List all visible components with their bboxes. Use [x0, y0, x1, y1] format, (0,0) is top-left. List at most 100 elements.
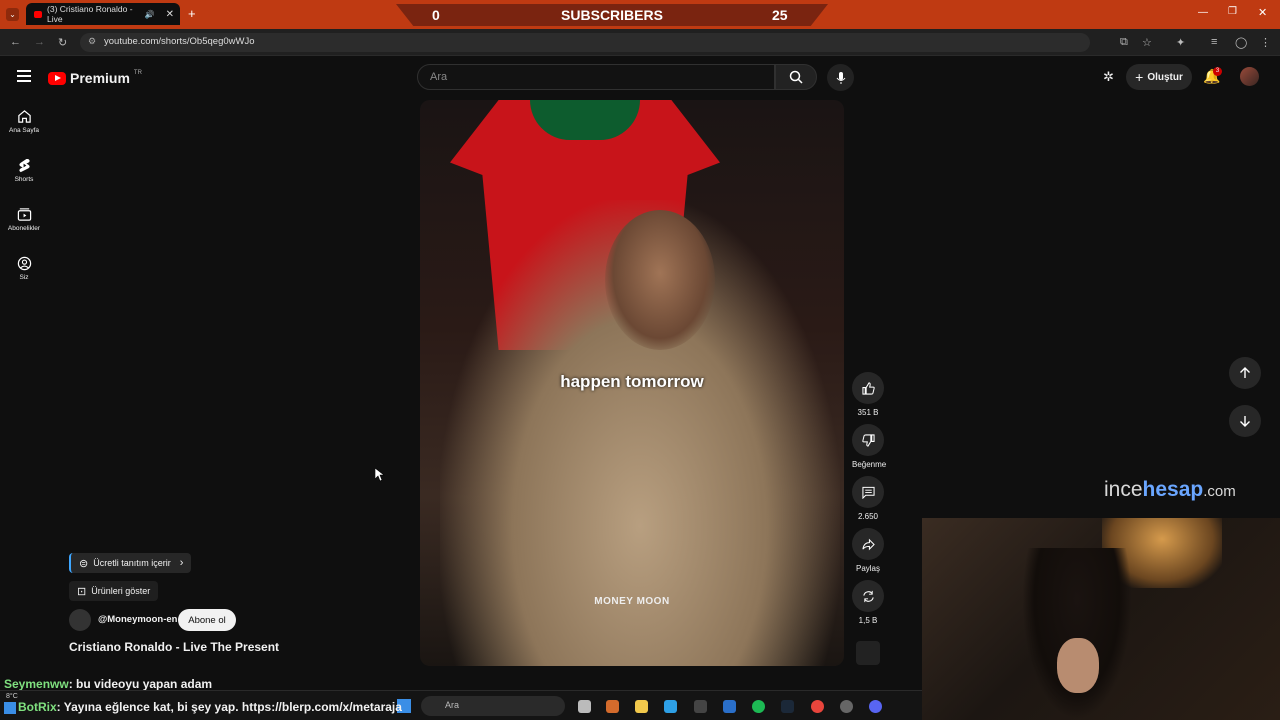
sub-count-right: 25	[772, 7, 788, 23]
home-icon	[17, 110, 31, 123]
like-button[interactable]: 351 B	[852, 372, 884, 417]
extensions-icon[interactable]: ✦	[1176, 36, 1185, 49]
chrome-icon[interactable]	[811, 700, 824, 713]
new-tab-button[interactable]: +	[188, 6, 196, 21]
sidebar-item-you[interactable]: Siz	[0, 256, 48, 281]
browser-menu-icon[interactable]: ⋮	[1260, 36, 1271, 49]
chat-text: : bu videoyu yapan adam	[68, 677, 213, 691]
paid-promotion-chip[interactable]: ⊜ Ücretli tanıtım içerir ›	[69, 553, 192, 573]
tab-title: (3) Cristiano Ronaldo - Live	[47, 4, 133, 24]
channel-name[interactable]: @Moneymoon-en	[98, 614, 177, 625]
search-placeholder: Ara	[430, 71, 448, 83]
site-info-icon[interactable]: ⚙	[88, 36, 96, 47]
channel-avatar[interactable]	[69, 609, 91, 631]
comments-button[interactable]: 2.650	[852, 476, 884, 521]
arrow-down-icon	[1240, 416, 1250, 427]
url-field[interactable]: ⚙ youtube.com/shorts/Ob5qeg0wWJo	[80, 33, 1090, 52]
share-icon	[861, 538, 875, 550]
remix-button[interactable]: 1,5 B	[852, 580, 884, 625]
taskbar-search-label: Ara	[445, 700, 460, 710]
logo-text: Premium	[70, 70, 130, 86]
hamburger-menu-icon[interactable]	[17, 70, 31, 82]
back-icon[interactable]: ←	[10, 36, 21, 48]
previous-short-button[interactable]	[1229, 357, 1261, 389]
subscriptions-icon	[17, 208, 31, 221]
address-bar-row: ← → ↻ ⚙ youtube.com/shorts/Ob5qeg0wWJo ⧉…	[0, 29, 1280, 56]
sidebar-item-subscriptions[interactable]: Abonelikler	[0, 207, 48, 232]
video-title[interactable]: Cristiano Ronaldo - Live The Present	[69, 640, 279, 654]
shopping-bag-icon: ⊡	[77, 585, 87, 598]
streamer-face	[1057, 638, 1099, 693]
comment-count: 2.650	[857, 512, 879, 521]
speaker-icon[interactable]: 🔊	[145, 10, 155, 19]
youtube-header: Premium TR Ara ✲ + Oluştur 🔔 3	[0, 57, 1280, 97]
sidebar-item-shorts[interactable]: Shorts	[0, 158, 48, 183]
share-button[interactable]: Paylaş	[852, 528, 884, 573]
show-products-chip[interactable]: ⊡ Ürünleri göster	[69, 581, 159, 601]
notification-badge: 3	[1213, 67, 1222, 76]
task-view-icon[interactable]	[578, 700, 591, 713]
app-icon-2[interactable]	[723, 700, 736, 713]
chat-user: BotRix	[18, 700, 57, 714]
audio-track-thumbnail[interactable]	[856, 641, 880, 665]
thumbs-down-icon	[861, 433, 875, 447]
next-short-button[interactable]	[1229, 405, 1261, 437]
logo-region: TR	[133, 70, 142, 76]
streamer-webcam	[922, 518, 1280, 720]
dislike-label: Beğenme	[852, 460, 887, 469]
forward-icon[interactable]: →	[34, 36, 45, 48]
browser-tab[interactable]: (3) Cristiano Ronaldo - Live 🔊 ✕	[26, 3, 180, 25]
maximize-button[interactable]: ❐	[1228, 6, 1237, 17]
minimize-button[interactable]: —	[1198, 7, 1208, 18]
chat-text: : Yayına eğlence kat, bi şey yap. https:…	[56, 700, 402, 714]
shorts-video-player[interactable]: happen tomorrow MONEY MOON	[420, 100, 844, 666]
arrow-up-icon	[1240, 367, 1250, 378]
create-button[interactable]: + Oluştur	[1126, 64, 1192, 90]
app-icon-1[interactable]	[606, 700, 619, 713]
search-button[interactable]	[775, 64, 817, 90]
media-control-icon[interactable]: ≡	[1211, 36, 1217, 48]
tab-menu-button[interactable]: ⌄	[6, 8, 19, 21]
youtube-premium-logo[interactable]: Premium TR	[48, 70, 142, 86]
file-explorer-icon[interactable]	[635, 700, 648, 713]
sidebar-item-label: Abonelikler	[7, 225, 41, 232]
taskbar-search[interactable]: Ara	[421, 696, 565, 716]
products-label: Ürünleri göster	[91, 586, 151, 596]
video-caption: happen tomorrow	[560, 372, 704, 391]
spotify-icon[interactable]	[752, 700, 765, 713]
chat-user: Seymenww	[4, 677, 69, 691]
store-icon[interactable]	[694, 700, 707, 713]
youtube-favicon	[34, 10, 43, 18]
sidebar-item-label: Ana Sayfa	[9, 127, 39, 134]
sidebar-item-label: Shorts	[14, 176, 34, 183]
dislike-button[interactable]: Beğenme	[852, 424, 887, 469]
voice-search-button[interactable]	[827, 64, 854, 91]
remix-icon	[862, 590, 874, 602]
edge-icon[interactable]	[664, 700, 677, 713]
subscriber-goal-overlay: 0 SUBSCRIBERS 25	[396, 4, 828, 26]
install-icon[interactable]: ⧉	[1120, 36, 1128, 49]
window-close-button[interactable]: ✕	[1258, 6, 1267, 19]
discord-icon[interactable]	[869, 700, 882, 713]
sidebar-item-home[interactable]: Ana Sayfa	[0, 109, 48, 134]
profile-icon[interactable]: ◯	[1235, 36, 1247, 49]
bot-badge-icon	[4, 701, 16, 714]
steam-icon[interactable]	[781, 700, 794, 713]
chat-message: Seymenww: bu videoyu yapan adam	[4, 677, 212, 691]
chevron-right-icon: ›	[179, 557, 184, 569]
bookmark-star-icon[interactable]: ☆	[1142, 36, 1152, 49]
brand-part-c: .com	[1203, 483, 1236, 500]
tab-close-icon[interactable]: ✕	[160, 9, 180, 20]
sponsor-brand-overlay: incehesap.com	[1104, 478, 1236, 502]
subscribe-button[interactable]: Abone ol	[178, 609, 236, 631]
search-icon	[789, 70, 803, 84]
obs-icon[interactable]	[840, 700, 853, 713]
remix-count: 1,5 B	[858, 616, 878, 625]
url-text: youtube.com/shorts/Ob5qeg0wWJo	[104, 36, 255, 47]
share-label: Paylaş	[855, 564, 880, 573]
search-input[interactable]: Ara	[417, 64, 775, 90]
avatar[interactable]	[1240, 67, 1259, 86]
reload-icon[interactable]: ↻	[58, 36, 67, 49]
youtube-logo-icon	[48, 71, 66, 85]
stream-plugin-icon[interactable]: ✲	[1103, 69, 1114, 85]
